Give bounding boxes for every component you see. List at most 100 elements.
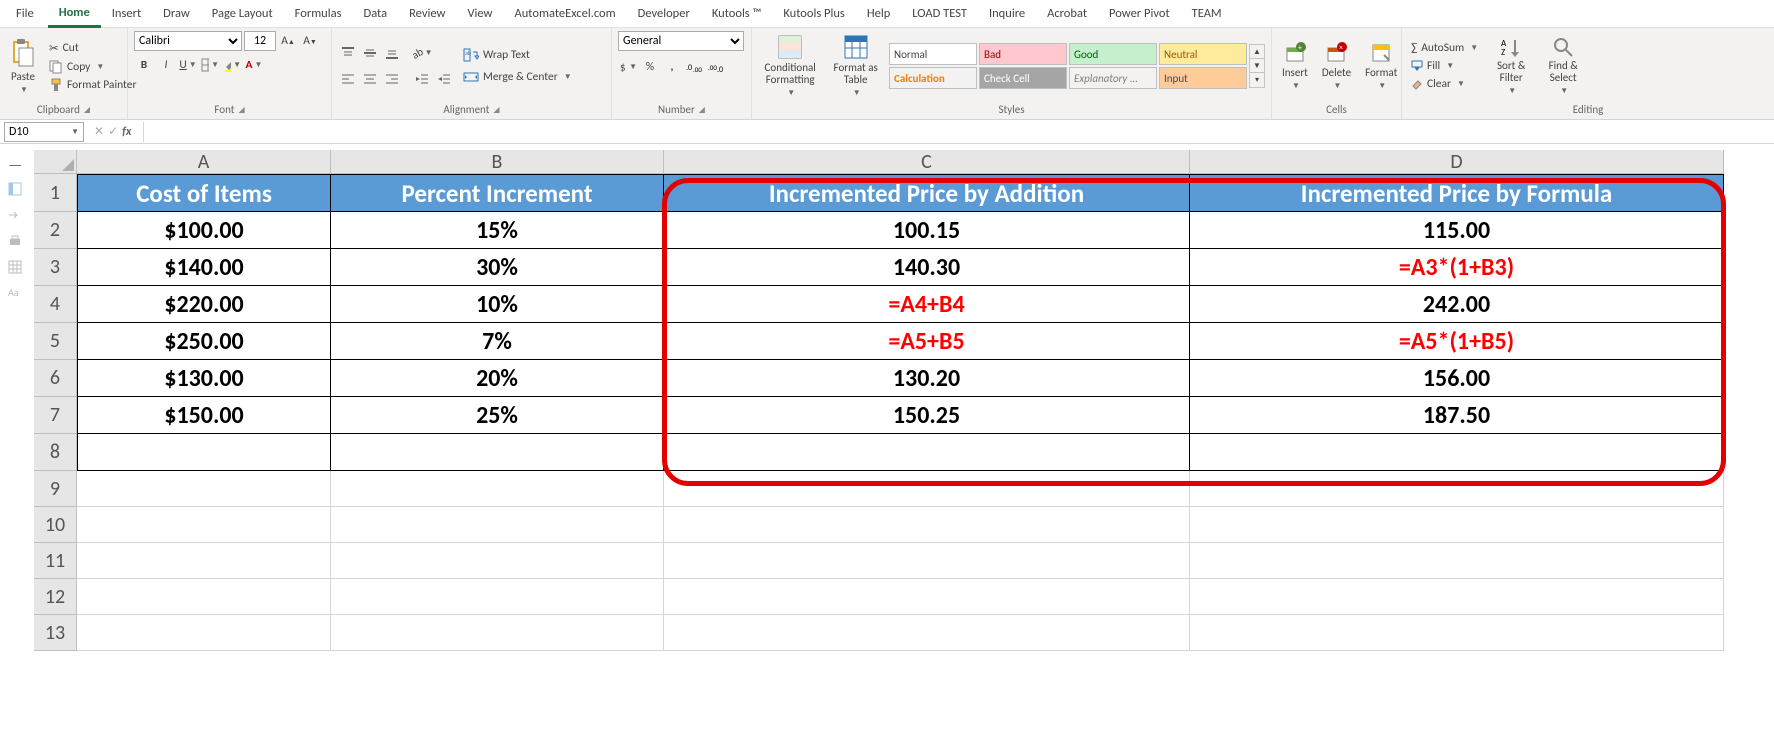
cell[interactable] xyxy=(1190,579,1724,615)
orientation-button[interactable]: ab▼ xyxy=(412,43,432,63)
ribbon-tab-help[interactable]: Help xyxy=(856,1,901,26)
increase-font-button[interactable]: A▲ xyxy=(278,31,298,51)
cell[interactable] xyxy=(77,434,331,471)
cell[interactable] xyxy=(664,543,1190,579)
cell[interactable] xyxy=(77,579,331,615)
worksheet-grid[interactable]: A B C D 1 Cost of Items Percent Incremen… xyxy=(34,150,1774,742)
cell[interactable]: 100.15 xyxy=(664,212,1190,249)
row-header[interactable]: 11 xyxy=(34,543,77,579)
cell[interactable] xyxy=(331,507,664,543)
number-format-select[interactable]: General xyxy=(618,31,744,51)
print-icon[interactable] xyxy=(8,234,24,250)
ribbon-tab-review[interactable]: Review xyxy=(398,1,456,26)
cell[interactable] xyxy=(331,615,664,651)
cell[interactable] xyxy=(77,471,331,507)
cell[interactable]: =A3*(1+B3) xyxy=(1190,249,1724,286)
cell[interactable] xyxy=(664,507,1190,543)
style-input[interactable]: Input xyxy=(1159,67,1247,89)
cell[interactable] xyxy=(331,579,664,615)
cell[interactable]: 10% xyxy=(331,286,664,323)
cell[interactable]: 7% xyxy=(331,323,664,360)
enter-formula-button[interactable]: ✓ xyxy=(108,124,118,139)
cell[interactable] xyxy=(1190,471,1724,507)
style-bad[interactable]: Bad xyxy=(979,43,1067,65)
autosum-button[interactable]: ∑AutoSum▼ xyxy=(1408,40,1481,56)
cell[interactable]: $150.00 xyxy=(77,397,331,434)
ribbon-tab-acrobat[interactable]: Acrobat xyxy=(1036,1,1098,26)
dialog-launcher-icon[interactable]: ◢ xyxy=(238,105,244,115)
underline-button[interactable]: U▼ xyxy=(178,55,198,75)
table-header[interactable]: Incremented Price by Formula xyxy=(1190,174,1724,212)
ribbon-tab-kutools-plus[interactable]: Kutools Plus xyxy=(772,1,855,26)
italic-button[interactable]: I xyxy=(156,55,176,75)
bold-button[interactable]: B xyxy=(134,55,154,75)
col-header-c[interactable]: C xyxy=(664,150,1190,174)
fx-icon[interactable]: fx xyxy=(122,125,131,139)
format-cells-button[interactable]: Format▼ xyxy=(1361,40,1401,93)
cell[interactable]: =A5*(1+B5) xyxy=(1190,323,1724,360)
row-header[interactable]: 4 xyxy=(34,286,77,323)
task-pane-icon[interactable] xyxy=(8,182,24,198)
style-explanatory[interactable]: Explanatory ... xyxy=(1069,67,1157,89)
style-normal[interactable]: Normal xyxy=(889,43,977,65)
align-left-button[interactable] xyxy=(338,69,358,89)
text-icon[interactable]: Aa xyxy=(8,286,24,302)
cell[interactable] xyxy=(664,434,1190,471)
row-header[interactable]: 10 xyxy=(34,507,77,543)
ribbon-tab-file[interactable]: File xyxy=(2,1,48,26)
cell[interactable] xyxy=(77,615,331,651)
percent-format-button[interactable]: % xyxy=(640,57,660,77)
cell[interactable]: 20% xyxy=(331,360,664,397)
accounting-format-button[interactable]: $▼ xyxy=(618,57,638,77)
ribbon-tab-formulas[interactable]: Formulas xyxy=(284,1,353,26)
dialog-launcher-icon[interactable]: ◢ xyxy=(84,105,90,115)
gallery-scroll[interactable]: ▲▼▾ xyxy=(1249,44,1265,88)
cell[interactable]: 115.00 xyxy=(1190,212,1724,249)
clear-button[interactable]: Clear▼ xyxy=(1408,76,1468,92)
cell[interactable]: 30% xyxy=(331,249,664,286)
ribbon-tab-team[interactable]: TEAM xyxy=(1181,1,1233,26)
cell[interactable]: 130.20 xyxy=(664,360,1190,397)
name-box[interactable]: D10▼ xyxy=(4,122,84,142)
cell[interactable]: $220.00 xyxy=(77,286,331,323)
table-header[interactable]: Percent Increment xyxy=(331,174,664,212)
row-header[interactable]: 7 xyxy=(34,397,77,434)
cell-styles-gallery[interactable]: Normal Bad Good Neutral Calculation Chec… xyxy=(889,43,1265,89)
cell[interactable] xyxy=(1190,615,1724,651)
style-calculation[interactable]: Calculation xyxy=(889,67,977,89)
row-header[interactable]: 1 xyxy=(34,174,77,212)
cell[interactable]: $250.00 xyxy=(77,323,331,360)
cell[interactable]: 242.00 xyxy=(1190,286,1724,323)
cell[interactable]: $100.00 xyxy=(77,212,331,249)
cell[interactable]: 150.25 xyxy=(664,397,1190,434)
comma-format-button[interactable]: , xyxy=(662,57,682,77)
grid-icon[interactable] xyxy=(8,260,24,276)
row-header[interactable]: 9 xyxy=(34,471,77,507)
cell[interactable] xyxy=(664,579,1190,615)
align-bottom-button[interactable] xyxy=(382,43,402,63)
ribbon-tab-home[interactable]: Home xyxy=(48,0,101,28)
style-good[interactable]: Good xyxy=(1069,43,1157,65)
row-header[interactable]: 2 xyxy=(34,212,77,249)
ribbon-tab-kutools-[interactable]: Kutools ™ xyxy=(701,1,773,26)
row-header[interactable]: 13 xyxy=(34,615,77,651)
table-header[interactable]: Incremented Price by Addition xyxy=(664,174,1190,212)
align-right-button[interactable] xyxy=(382,69,402,89)
cell[interactable]: 15% xyxy=(331,212,664,249)
find-select-button[interactable]: Find & Select▼ xyxy=(1541,34,1585,98)
decrease-font-button[interactable]: A▼ xyxy=(300,31,320,51)
cell[interactable]: 25% xyxy=(331,397,664,434)
style-check-cell[interactable]: Check Cell xyxy=(979,67,1067,89)
cell[interactable] xyxy=(1190,543,1724,579)
table-header[interactable]: Cost of Items xyxy=(77,174,331,212)
collapse-icon[interactable]: — xyxy=(8,156,24,172)
ribbon-tab-page-layout[interactable]: Page Layout xyxy=(201,1,284,26)
ribbon-tab-automateexcel-com[interactable]: AutomateExcel.com xyxy=(504,1,627,26)
row-header[interactable]: 8 xyxy=(34,434,77,471)
col-header-b[interactable]: B xyxy=(331,150,664,174)
formula-input[interactable] xyxy=(143,122,1774,142)
ribbon-tab-data[interactable]: Data xyxy=(353,1,399,26)
cut-button[interactable]: ✂Cut xyxy=(46,40,82,57)
dialog-launcher-icon[interactable]: ◢ xyxy=(699,105,705,115)
cell[interactable] xyxy=(331,543,664,579)
